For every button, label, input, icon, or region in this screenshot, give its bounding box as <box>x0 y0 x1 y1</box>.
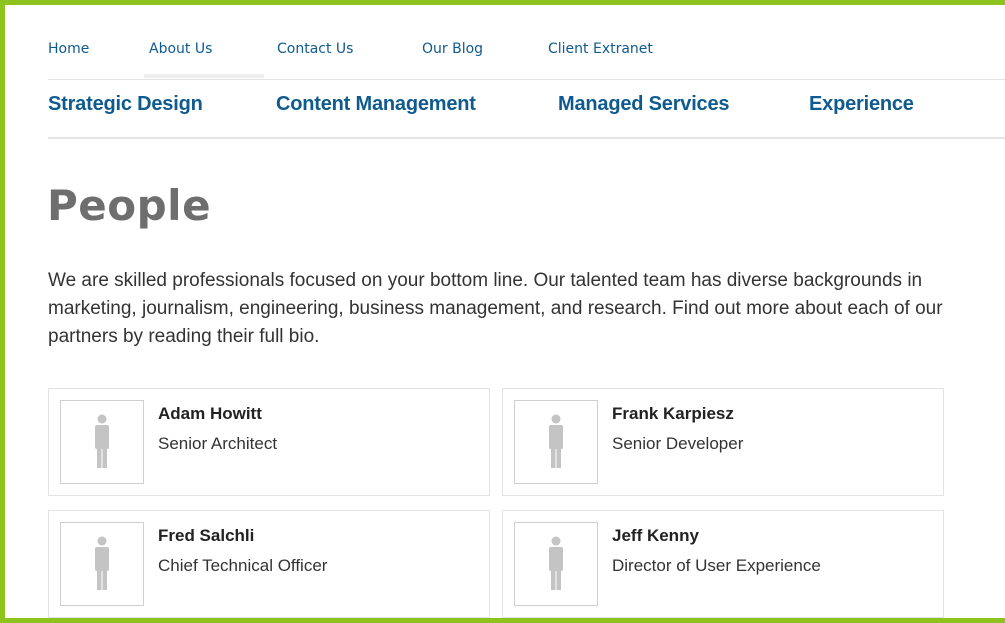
person-role: Senior Architect <box>158 434 278 453</box>
main-nav-experience[interactable]: Experience <box>809 93 914 116</box>
person-photo[interactable] <box>514 522 598 606</box>
main-nav-content-management[interactable]: Content Management <box>276 93 476 116</box>
person-photo[interactable] <box>60 400 144 484</box>
top-nav-client-extranet[interactable]: Client Extranet <box>548 41 653 57</box>
person-card-fred-salchli[interactable]: Fred Salchli Chief Technical Officer <box>48 510 490 618</box>
main-nav: Strategic Design Content Management Mana… <box>48 81 1005 139</box>
person-card-jeff-kenny[interactable]: Jeff Kenny Director of User Experience <box>502 510 944 618</box>
person-name[interactable]: Frank Karpiesz <box>612 404 734 424</box>
top-nav-about-us[interactable]: About Us <box>149 41 212 57</box>
person-card-frank-karpiesz[interactable]: Frank Karpiesz Senior Developer <box>502 388 944 496</box>
intro-paragraph: We are skilled professionals focused on … <box>48 270 943 347</box>
person-role: Director of User Experience <box>612 556 821 575</box>
main-nav-managed-services[interactable]: Managed Services <box>558 93 730 116</box>
top-nav: Home About Us Contact Us Our Blog Client… <box>48 31 1005 80</box>
top-nav-home[interactable]: Home <box>48 41 89 57</box>
page-title: People <box>47 181 212 230</box>
main-nav-strategic-design[interactable]: Strategic Design <box>48 93 203 116</box>
person-silhouette-icon <box>549 414 563 468</box>
person-card-adam-howitt[interactable]: Adam Howitt Senior Architect <box>48 388 490 496</box>
top-nav-contact-us[interactable]: Contact Us <box>277 41 353 57</box>
person-silhouette-icon <box>95 414 109 468</box>
person-photo[interactable] <box>60 522 144 606</box>
person-name[interactable]: Jeff Kenny <box>612 526 699 546</box>
person-silhouette-icon <box>95 536 109 590</box>
person-name[interactable]: Fred Salchli <box>158 526 254 546</box>
page-frame: Home About Us Contact Us Our Blog Client… <box>0 0 1005 623</box>
top-nav-active-indicator <box>144 74 264 78</box>
person-silhouette-icon <box>549 536 563 590</box>
top-nav-our-blog[interactable]: Our Blog <box>422 41 483 57</box>
person-role: Chief Technical Officer <box>158 556 328 575</box>
person-photo[interactable] <box>514 400 598 484</box>
person-role: Senior Developer <box>612 434 744 453</box>
person-name[interactable]: Adam Howitt <box>158 404 262 424</box>
